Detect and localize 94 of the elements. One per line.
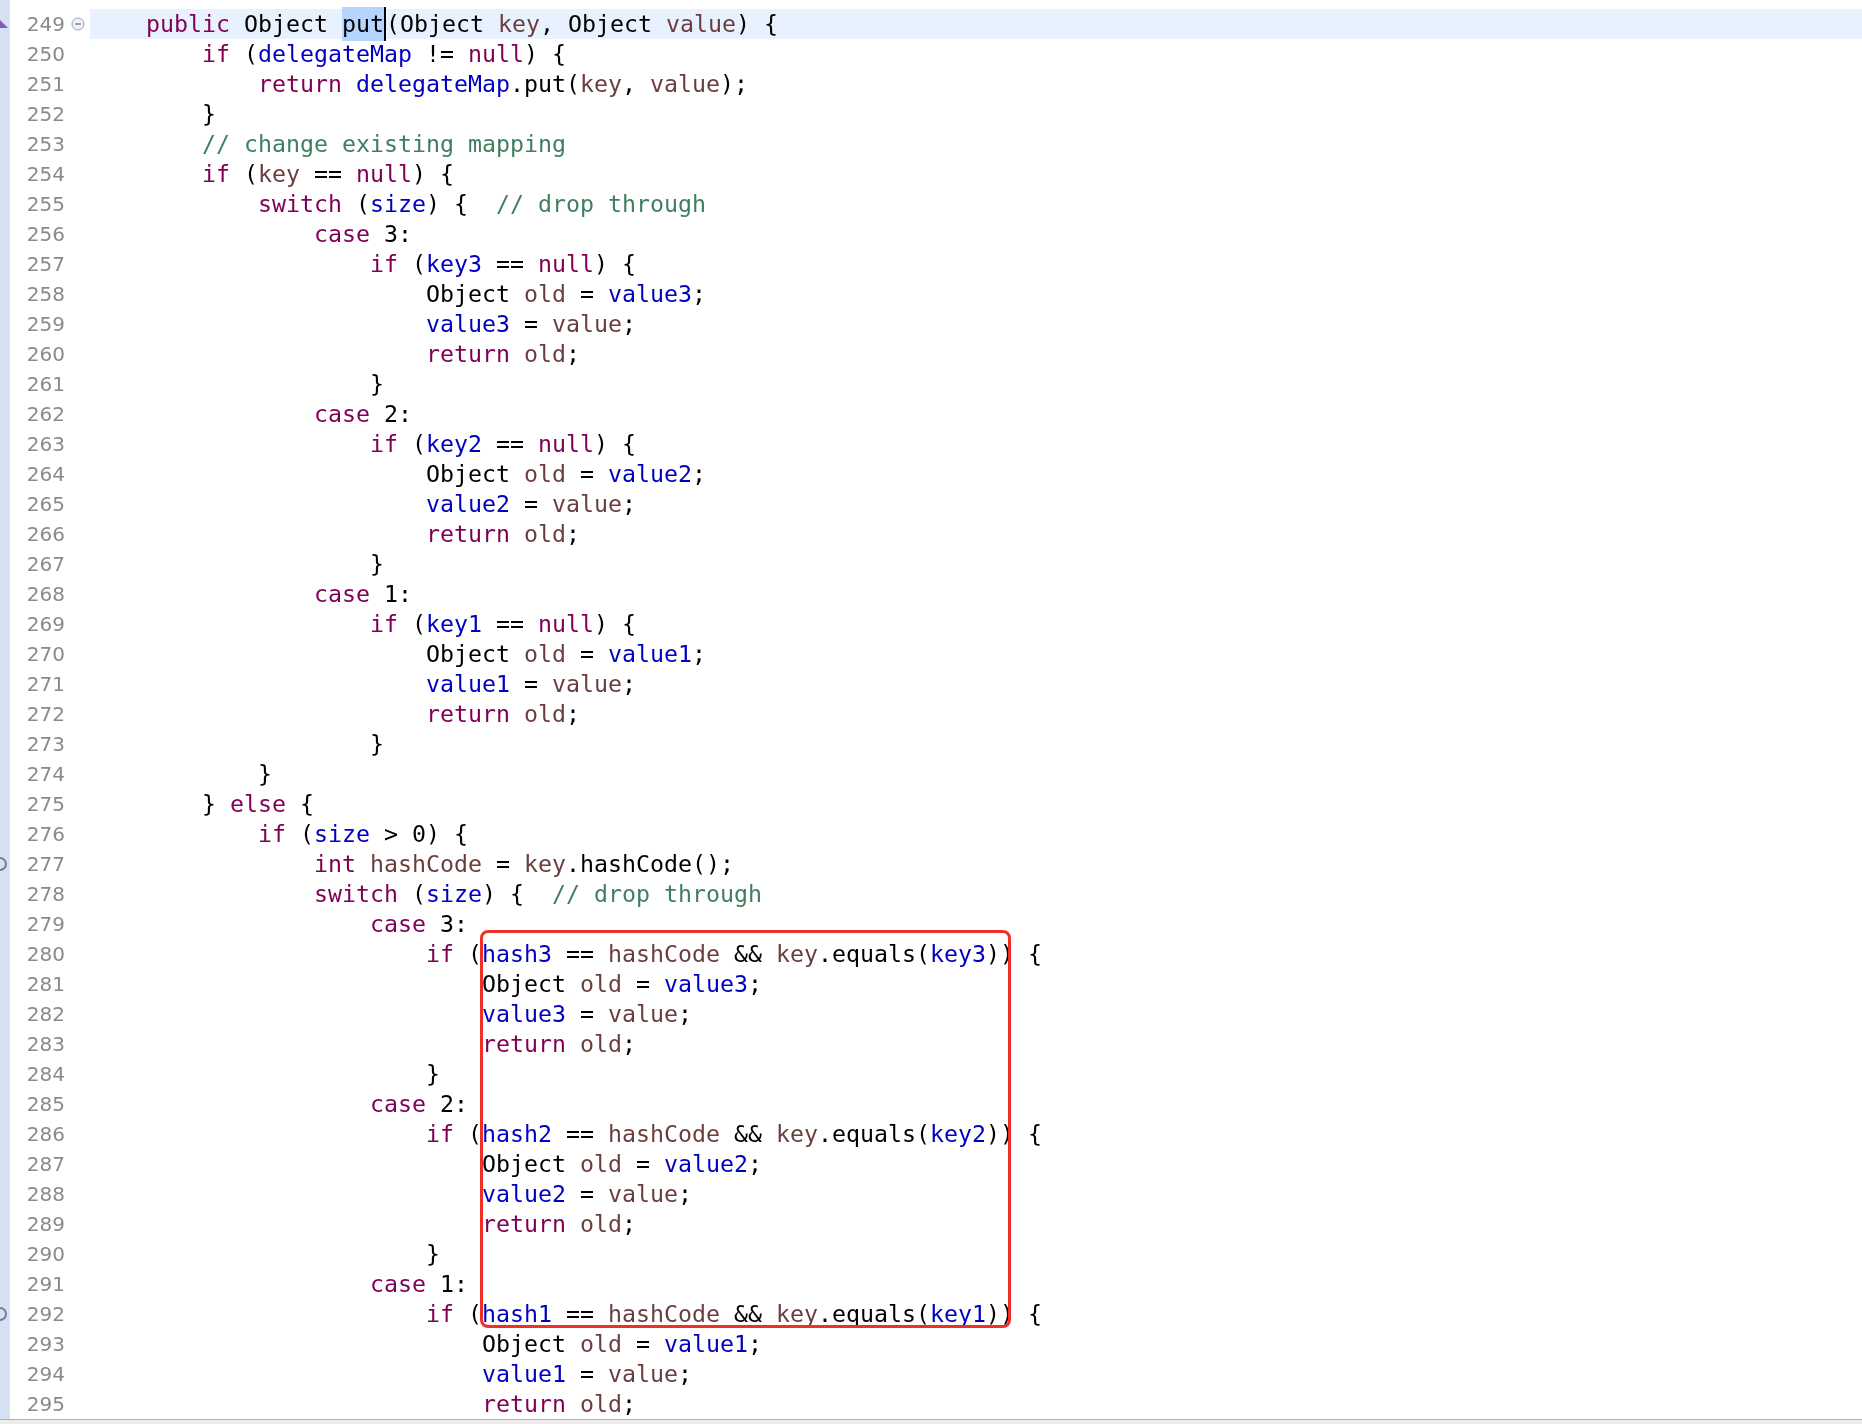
code-line: case 3: — [368, 909, 469, 939]
line-number: 284 — [25, 1061, 65, 1088]
line-number: 289 — [25, 1211, 65, 1238]
line-number: 253 — [25, 131, 65, 158]
code-line: } — [256, 759, 273, 789]
line-number: 260 — [25, 341, 65, 368]
code-line: if (key == null) { — [200, 159, 455, 189]
line-number: 266 — [25, 521, 65, 548]
line-number: 265 — [25, 491, 65, 518]
code-line: Object old = value3; — [424, 279, 707, 309]
code-line: // change existing mapping — [200, 129, 567, 159]
line-number: 295 — [25, 1391, 65, 1418]
line-number: 267 — [25, 551, 65, 578]
line-number: 275 — [25, 791, 65, 818]
code-line: Object old = value2; — [424, 459, 707, 489]
line-number: 290 — [25, 1241, 65, 1268]
line-number: 287 — [25, 1151, 65, 1178]
line-number: 256 — [25, 221, 65, 248]
line-number: 273 — [25, 731, 65, 758]
line-number: 251 — [25, 71, 65, 98]
overlay-marker-icon — [0, 18, 8, 30]
code-line: value2 = value; — [424, 489, 637, 519]
line-number: 258 — [25, 281, 65, 308]
code-line: case 3: — [312, 219, 413, 249]
line-number: 269 — [25, 611, 65, 638]
code-line: value1 = value; — [424, 669, 637, 699]
line-number: 259 — [25, 311, 65, 338]
code-line: case 1: — [312, 579, 413, 609]
line-number: 281 — [25, 971, 65, 998]
code-line: return old; — [424, 339, 581, 369]
line-number: 264 — [25, 461, 65, 488]
line-number: 261 — [25, 371, 65, 398]
code-line: int hashCode = key.hashCode(); — [312, 849, 735, 879]
line-number: 294 — [25, 1361, 65, 1388]
line-number: 292 — [25, 1301, 65, 1328]
code-line: } else { — [200, 789, 315, 819]
line-number: 277 — [25, 851, 65, 878]
code-line: } — [368, 729, 385, 759]
code-line: if (delegateMap != null) { — [200, 39, 567, 69]
code-line: return old; — [480, 1389, 637, 1419]
line-number: 257 — [25, 251, 65, 278]
code-line: return old; — [424, 699, 581, 729]
line-number: 280 — [25, 941, 65, 968]
code-line: case 1: — [368, 1269, 469, 1299]
line-number: 285 — [25, 1091, 65, 1118]
code-line: return old; — [424, 519, 581, 549]
code-line: return old; — [480, 1029, 637, 1059]
code-line: } — [424, 1059, 441, 1089]
line-number: 276 — [25, 821, 65, 848]
code-line: switch (size) { // drop through — [312, 879, 763, 909]
code-line: if (key3 == null) { — [368, 249, 637, 279]
line-number: 262 — [25, 401, 65, 428]
line-number: 268 — [25, 581, 65, 608]
line-number: 252 — [25, 101, 65, 128]
code-line: return old; — [480, 1209, 637, 1239]
marker-arc-icon — [0, 857, 7, 871]
code-line: Object old = value3; — [480, 969, 763, 999]
collapse-icon[interactable] — [70, 17, 85, 31]
line-number: 286 — [25, 1121, 65, 1148]
line-number: 278 — [25, 881, 65, 908]
code-line: value3 = value; — [424, 309, 637, 339]
line-number: 271 — [25, 671, 65, 698]
line-number: 263 — [25, 431, 65, 458]
code-line: if (key2 == null) { — [368, 429, 637, 459]
marker-arc-icon — [0, 1307, 7, 1321]
code-line: Object old = value1; — [424, 639, 707, 669]
line-number: 279 — [25, 911, 65, 938]
code-line: return delegateMap.put(key, value); — [256, 69, 749, 99]
code-line: Object old = value2; — [480, 1149, 763, 1179]
code-line: } — [368, 549, 385, 579]
code-line: value2 = value; — [480, 1179, 693, 1209]
code-line: } — [200, 99, 217, 129]
code-line: case 2: — [312, 399, 413, 429]
line-number: 283 — [25, 1031, 65, 1058]
line-number: 274 — [25, 761, 65, 788]
code-line: } — [368, 369, 385, 399]
line-number: 291 — [25, 1271, 65, 1298]
code-line: switch (size) { // drop through — [256, 189, 707, 219]
code-line: value3 = value; — [480, 999, 693, 1029]
line-number: 254 — [25, 161, 65, 188]
code-line: Object old = value1; — [480, 1329, 763, 1359]
line-number: 255 — [25, 191, 65, 218]
code-line: if (key1 == null) { — [368, 609, 637, 639]
code-line: if (size > 0) { — [256, 819, 469, 849]
code-line: } — [424, 1239, 441, 1269]
line-number: 272 — [25, 701, 65, 728]
line-number: 282 — [25, 1001, 65, 1028]
code-line: value1 = value; — [480, 1359, 693, 1389]
line-number: 249 — [25, 11, 65, 38]
line-number: 288 — [25, 1181, 65, 1208]
line-number: 293 — [25, 1331, 65, 1358]
code-line: case 2: — [368, 1089, 469, 1119]
line-number: 270 — [25, 641, 65, 668]
line-number: 250 — [25, 41, 65, 68]
